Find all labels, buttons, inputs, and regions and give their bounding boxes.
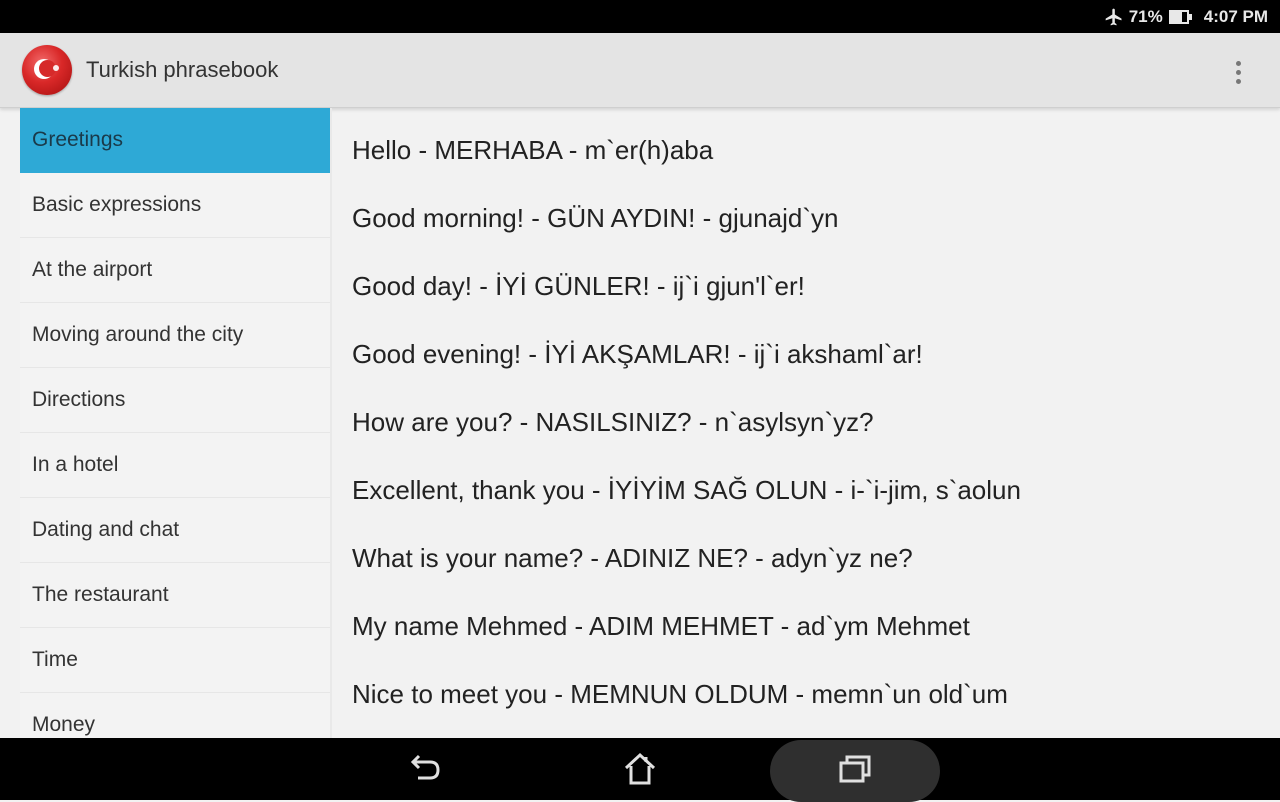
back-button[interactable]	[395, 738, 455, 800]
phrase-list[interactable]: Hello - MERHABA - m`er(h)aba Good mornin…	[352, 108, 1272, 738]
sidebar-item-money[interactable]: Money	[20, 693, 330, 738]
home-button[interactable]	[610, 738, 670, 800]
battery-icon	[1168, 9, 1192, 24]
app-title: Turkish phrasebook	[86, 57, 279, 82]
recent-apps-icon	[839, 755, 871, 783]
phrase-item[interactable]: Good evening! - İYİ AKŞAMLAR! - ij`i aks…	[352, 320, 1272, 388]
overflow-menu-button[interactable]	[1226, 57, 1250, 87]
sidebar-item-time[interactable]: Time	[20, 628, 330, 693]
sidebar-item-the-restaurant[interactable]: The restaurant	[20, 563, 330, 628]
home-icon	[624, 752, 656, 785]
overflow-dot	[1235, 69, 1241, 75]
overflow-menu-icon	[1235, 60, 1241, 66]
phrase-item[interactable]: Nice to meet you - MEMNUN OLDUM - memn`u…	[352, 660, 1272, 728]
sidebar-item-directions[interactable]: Directions	[20, 368, 330, 433]
pane-divider	[330, 108, 332, 738]
navigation-bar	[0, 738, 1280, 802]
back-icon	[410, 754, 440, 780]
clock: 4:07 PM	[1203, 6, 1268, 26]
phrase-item[interactable]: How are you? - NASILSINIZ? - n`asylsyn`y…	[352, 388, 1272, 456]
phrase-item[interactable]: My name Mehmed - ADIM MEHMET - ad`ym Meh…	[352, 592, 1272, 660]
phrase-item[interactable]: Hello - MERHABA - m`er(h)aba	[352, 116, 1272, 184]
sidebar-item-basic-expressions[interactable]: Basic expressions	[20, 173, 330, 238]
battery-percent: 71%	[1128, 6, 1163, 26]
sidebar-item-at-the-airport[interactable]: At the airport	[20, 238, 330, 303]
overflow-dot	[1235, 78, 1241, 84]
sidebar-item-dating-and-chat[interactable]: Dating and chat	[20, 498, 330, 563]
airplane-icon	[1105, 8, 1122, 25]
action-bar: Turkish phrasebook	[0, 33, 1280, 108]
category-list[interactable]: Greetings Basic expressions At the airpo…	[20, 108, 330, 738]
status-bar: 71% 4:07 PM	[0, 0, 1280, 33]
recent-apps-button[interactable]	[770, 738, 940, 802]
sidebar-item-moving-around-the-city[interactable]: Moving around the city	[20, 303, 330, 368]
phrase-item[interactable]: Excellent, thank you - İYİYİM SAĞ OLUN -…	[352, 456, 1272, 524]
phrase-item[interactable]: What is your name? - ADINIZ NE? - adyn`y…	[352, 524, 1272, 592]
phrase-item[interactable]: Good morning! - GÜN AYDIN! - gjunajd`yn	[352, 184, 1272, 252]
sidebar-item-greetings[interactable]: Greetings	[20, 108, 330, 173]
sidebar-item-in-a-hotel[interactable]: In a hotel	[20, 433, 330, 498]
phrase-item[interactable]: Good day! - İYİ GÜNLER! - ij`i gjun'l`er…	[352, 252, 1272, 320]
turkey-flag-icon	[22, 45, 72, 95]
